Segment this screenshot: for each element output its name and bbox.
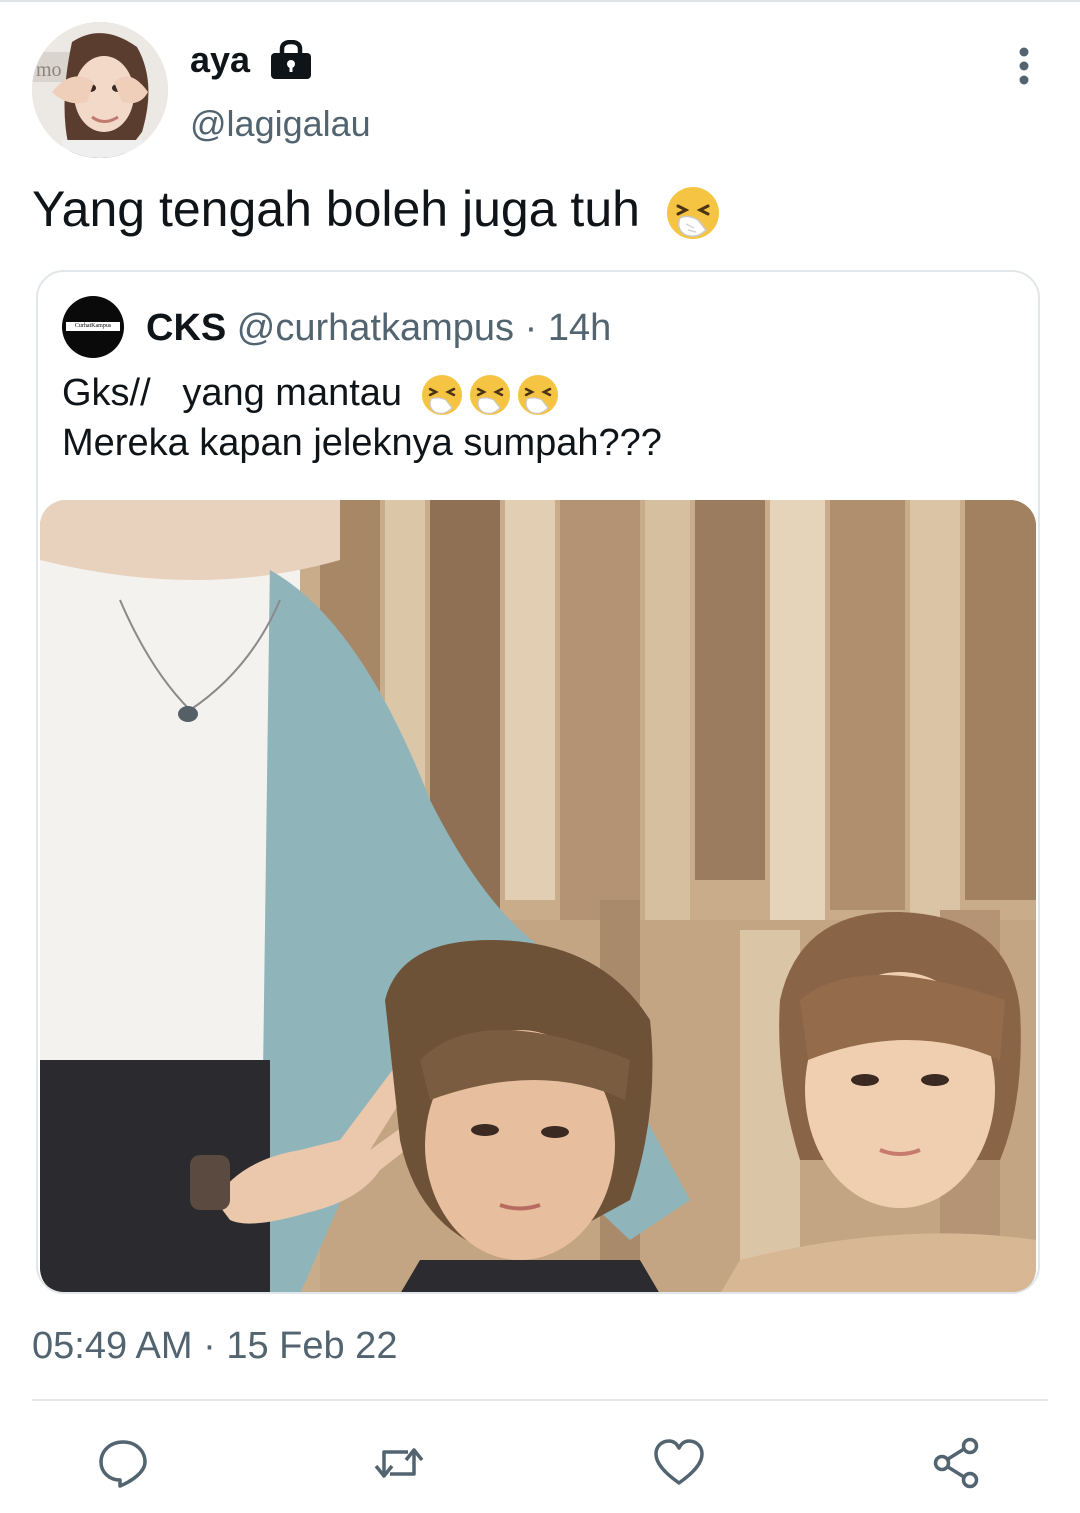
more-vertical-icon[interactable]	[1004, 44, 1044, 88]
author-handle[interactable]: @lagigalau	[190, 102, 371, 146]
actions-divider	[32, 1399, 1048, 1401]
top-divider	[0, 0, 1080, 2]
sneezing-face-emoji	[421, 374, 462, 415]
avatar-photo: mo	[32, 22, 168, 158]
quoted-text-line-1: Gks// yang mantau	[62, 368, 662, 418]
quoted-text-line-2: Mereka kapan jeleknya sumpah???	[62, 422, 662, 464]
quoted-tweet-photo[interactable]	[40, 500, 1036, 1292]
quoted-avatar-logo-text: CurhatKampus	[66, 322, 120, 331]
quoted-author-name[interactable]: CKS	[146, 307, 226, 349]
heart-icon[interactable]	[652, 1436, 706, 1490]
sneezing-face-emoji	[666, 186, 719, 239]
header-separator: ·	[524, 307, 538, 349]
quoted-author-avatar[interactable]: CurhatKampus	[62, 296, 124, 358]
retweet-icon[interactable]	[372, 1436, 426, 1490]
lock-icon	[271, 40, 311, 79]
quoted-tweet-text: Gks// yang mantau Mereka kapan jeleknya …	[62, 368, 662, 468]
tweet-timestamp[interactable]: 05:49 AM · 15 Feb 22	[32, 1322, 397, 1370]
author-avatar[interactable]: mo	[32, 22, 168, 158]
share-icon[interactable]	[930, 1436, 984, 1490]
sneezing-face-emoji	[469, 374, 510, 415]
sneezing-face-emoji	[517, 374, 558, 415]
avatar-sign-text: mo	[36, 59, 62, 81]
quoted-tweet-header: CKS @curhatkampus · 14h	[146, 306, 611, 350]
quoted-tweet-card[interactable]: CurhatKampus CKS @curhatkampus · 14h Gks…	[36, 270, 1040, 1294]
quoted-text-line-1-content: Gks// yang mantau	[62, 372, 403, 414]
tweet-text-content: Yang tengah boleh juga tuh	[32, 181, 640, 237]
photo-illustration	[40, 500, 1036, 1292]
sneezing-face-emoji-row	[421, 374, 558, 415]
reply-icon[interactable]	[96, 1436, 150, 1490]
quoted-tweet-time: 14h	[547, 307, 612, 349]
quoted-author-handle[interactable]: @curhatkampus	[237, 307, 514, 349]
author-display-name[interactable]: aya	[190, 38, 250, 82]
tweet-text: Yang tengah boleh juga tuh	[32, 178, 722, 242]
